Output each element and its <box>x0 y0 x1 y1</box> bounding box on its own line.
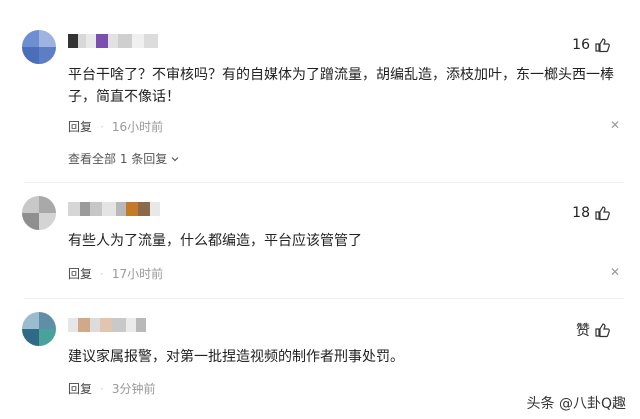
chevron-down-icon <box>171 156 179 161</box>
timestamp: 16小时前 <box>111 120 164 134</box>
reply-button[interactable]: 回复 <box>68 265 92 282</box>
timestamp: 17小时前 <box>111 267 164 281</box>
comment-meta: 回复 · 16小时前 <box>68 118 163 135</box>
meta-separator: · <box>100 119 104 134</box>
comment-meta: 回复 · 17小时前 <box>68 265 163 282</box>
like-count[interactable]: 赞 <box>576 320 610 340</box>
close-icon[interactable]: ✕ <box>610 118 620 132</box>
view-all-replies-button[interactable]: 查看全部 1 条回复 <box>68 150 180 167</box>
divider <box>24 298 624 299</box>
reply-button[interactable]: 回复 <box>68 118 92 135</box>
username-blurred[interactable] <box>68 202 160 216</box>
meta-separator: · <box>100 381 104 396</box>
thumbs-up-icon[interactable] <box>594 37 610 53</box>
avatar[interactable] <box>22 196 56 230</box>
watermark: 头条 @八卦Q趣 <box>526 396 626 412</box>
reply-button[interactable]: 回复 <box>68 380 92 397</box>
username-blurred[interactable] <box>68 34 158 48</box>
comment-text: 建议家属报警，对第一批捏造视频的制作者刑事处罚。 <box>68 349 404 365</box>
close-icon[interactable]: ✕ <box>610 265 620 279</box>
like-count[interactable]: 16 <box>572 37 610 53</box>
timestamp: 3分钟前 <box>111 382 156 396</box>
comment-meta: 回复 · 3分钟前 <box>68 380 155 397</box>
thumbs-up-icon[interactable] <box>594 205 610 221</box>
thumbs-up-icon[interactable] <box>594 322 610 338</box>
avatar[interactable] <box>22 312 56 346</box>
meta-separator: · <box>100 266 104 281</box>
avatar[interactable] <box>22 30 56 64</box>
comment-text: 有些人为了流量，什么都编造，平台应该管管了 <box>68 233 362 249</box>
divider <box>24 182 624 183</box>
like-count[interactable]: 18 <box>572 205 610 221</box>
comment-text: 平台干啥了？不审核吗？有的自媒体为了蹭流量，胡编乱造，添枝加叶，东一榔头西一棒子… <box>68 67 614 105</box>
username-blurred[interactable] <box>68 318 146 332</box>
